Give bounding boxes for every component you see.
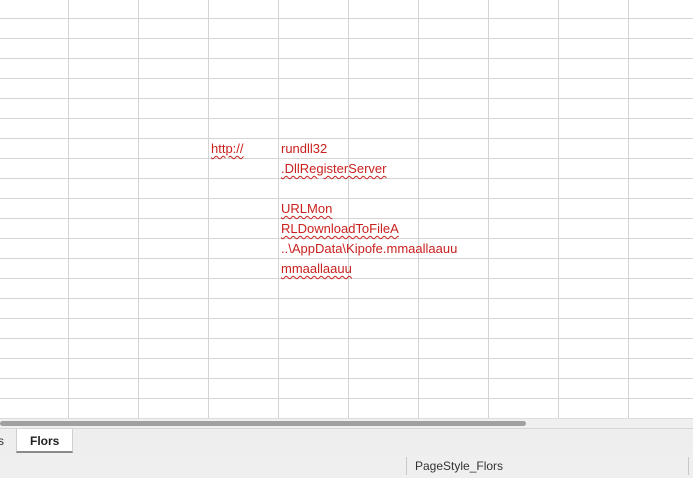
row-divider [0,18,693,19]
cell-extension[interactable]: mmaallaauu [281,261,352,277]
column-divider [418,0,419,418]
row-divider [0,138,693,139]
column-divider [488,0,489,418]
column-divider [68,0,69,418]
row-divider [0,338,693,339]
column-divider [558,0,559,418]
row-divider [0,78,693,79]
row-divider [0,38,693,39]
cell-file-path[interactable]: ..\AppData\Kipofe.mmaallaauu [281,241,457,257]
row-divider [0,118,693,119]
row-divider [0,298,693,299]
sheet-tab-bar: s Flors [0,428,693,455]
column-divider [348,0,349,418]
cell-rundll32[interactable]: rundll32 [281,141,327,157]
column-divider [278,0,279,418]
row-divider [0,98,693,99]
cell-download-function[interactable]: RLDownloadToFileA [281,221,399,237]
row-divider [0,238,693,239]
row-divider [0,278,693,279]
horizontal-scrollbar-thumb[interactable] [0,421,526,426]
status-bar: PageStyle_Flors [0,454,693,478]
row-divider [0,358,693,359]
row-divider [0,58,693,59]
cell-url-prefix[interactable]: http:// [211,141,244,157]
sheet-tab-previous[interactable]: s [0,429,10,453]
row-divider [0,318,693,319]
row-divider [0,258,693,259]
column-divider [208,0,209,418]
cell-urlmon[interactable]: URLMon [281,201,332,217]
cell-dllregisterserver[interactable]: .DllRegisterServer [281,161,386,177]
status-bar-divider [406,457,407,475]
row-divider [0,398,693,399]
row-divider [0,378,693,379]
row-divider [0,198,693,199]
column-divider [628,0,629,418]
row-divider [0,218,693,219]
sheet-tab-active[interactable]: Flors [16,429,74,453]
row-divider [0,158,693,159]
status-bar-divider [688,457,689,475]
page-style-label[interactable]: PageStyle_Flors [415,458,503,474]
column-divider [138,0,139,418]
horizontal-scrollbar[interactable] [0,418,693,428]
spreadsheet-grid[interactable]: http:// rundll32 .DllRegisterServer URLM… [0,0,693,418]
row-divider [0,178,693,179]
